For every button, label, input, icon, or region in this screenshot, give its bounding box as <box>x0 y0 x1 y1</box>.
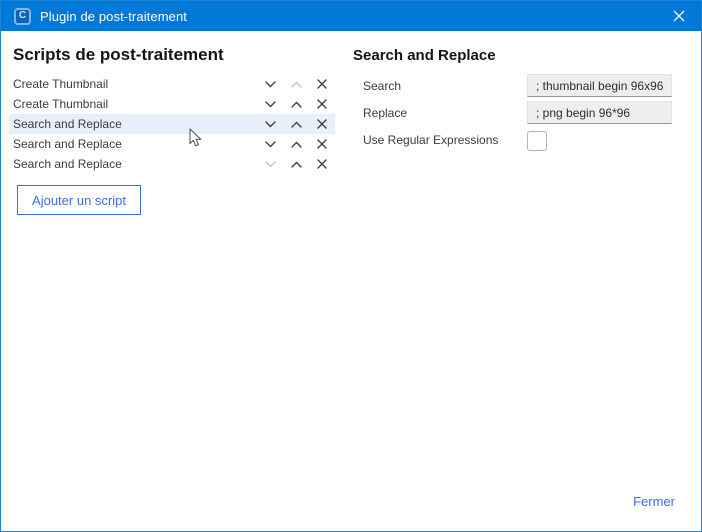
regex-label: Use Regular Expressions <box>363 133 527 147</box>
chevron-up-icon <box>291 141 302 148</box>
cura-app-icon: C <box>14 8 31 25</box>
script-settings-panel: Search and Replace Search Replace Use Re… <box>335 45 689 215</box>
script-name: Search and Replace <box>13 157 257 171</box>
chevron-up-icon <box>291 101 302 108</box>
script-row-5[interactable]: Search and Replace <box>9 154 335 174</box>
close-dialog-button[interactable]: Fermer <box>633 494 675 509</box>
remove-icon <box>317 139 327 149</box>
window-close-button[interactable] <box>656 1 701 31</box>
scripts-panel: Scripts de post-traitement Create Thumbn… <box>9 45 335 215</box>
move-down-button[interactable] <box>257 74 283 94</box>
move-down-button[interactable] <box>257 94 283 114</box>
script-row-1[interactable]: Create Thumbnail <box>9 74 335 94</box>
remove-script-button[interactable] <box>309 114 335 134</box>
remove-script-button[interactable] <box>309 74 335 94</box>
regex-setting-row: Use Regular Expressions <box>363 128 689 151</box>
move-up-button[interactable] <box>283 134 309 154</box>
remove-icon <box>317 159 327 169</box>
script-row-3-selected[interactable]: Search and Replace <box>9 114 335 134</box>
titlebar[interactable]: C Plugin de post-traitement <box>1 1 701 31</box>
remove-script-button[interactable] <box>309 94 335 114</box>
move-down-button[interactable] <box>257 134 283 154</box>
search-setting-row: Search <box>363 74 689 97</box>
remove-icon <box>317 119 327 129</box>
remove-icon <box>317 79 327 89</box>
script-name: Search and Replace <box>13 117 257 131</box>
move-down-button <box>257 154 283 174</box>
post-processing-plugin-dialog: C Plugin de post-traitement Scripts de p… <box>0 0 702 532</box>
chevron-down-icon <box>265 141 276 148</box>
dialog-content: Scripts de post-traitement Create Thumbn… <box>1 31 701 215</box>
chevron-down-icon <box>265 121 276 128</box>
chevron-up-icon <box>291 81 302 88</box>
scripts-panel-heading: Scripts de post-traitement <box>9 45 335 65</box>
move-up-button[interactable] <box>283 154 309 174</box>
chevron-down-icon <box>265 101 276 108</box>
move-up-button[interactable] <box>283 94 309 114</box>
replace-input[interactable] <box>527 101 672 124</box>
script-name: Search and Replace <box>13 137 257 151</box>
close-icon <box>673 10 685 22</box>
regex-checkbox[interactable] <box>527 131 547 151</box>
chevron-down-icon <box>265 81 276 88</box>
chevron-up-icon <box>291 161 302 168</box>
window-title: Plugin de post-traitement <box>40 9 187 24</box>
move-down-button[interactable] <box>257 114 283 134</box>
search-input[interactable] <box>527 74 672 97</box>
script-row-4[interactable]: Search and Replace <box>9 134 335 154</box>
add-script-button[interactable]: Ajouter un script <box>17 185 141 215</box>
remove-script-button[interactable] <box>309 154 335 174</box>
settings-heading: Search and Replace <box>353 47 689 64</box>
script-row-2[interactable]: Create Thumbnail <box>9 94 335 114</box>
script-name: Create Thumbnail <box>13 77 257 91</box>
replace-label: Replace <box>363 106 527 120</box>
move-up-button[interactable] <box>283 114 309 134</box>
chevron-up-icon <box>291 121 302 128</box>
replace-setting-row: Replace <box>363 101 689 124</box>
search-label: Search <box>363 79 527 93</box>
remove-script-button[interactable] <box>309 134 335 154</box>
remove-icon <box>317 99 327 109</box>
script-name: Create Thumbnail <box>13 97 257 111</box>
chevron-down-icon <box>265 161 276 168</box>
script-list: Create Thumbnail <box>9 74 335 174</box>
move-up-button <box>283 74 309 94</box>
